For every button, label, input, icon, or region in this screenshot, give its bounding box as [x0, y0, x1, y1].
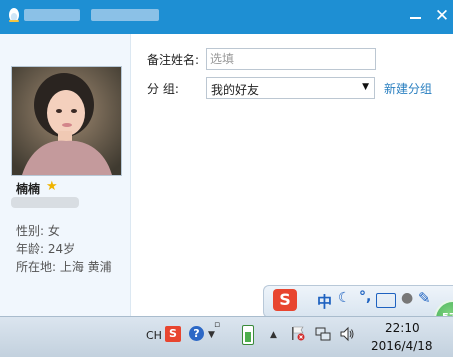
minimize-button[interactable] [406, 6, 426, 26]
star-icon[interactable]: ★ [46, 179, 58, 194]
keyboard-icon[interactable] [376, 293, 396, 308]
chinese-mode-toggle[interactable]: 中 [317, 291, 332, 312]
profile-panel: 楠楠 ★ 性别: 女 年龄: 24岁 所在地: 上海 黄浦 [0, 34, 131, 316]
action-center-flag-icon[interactable] [291, 326, 305, 341]
taskbar: CH S ? ▼ ▫ ▲ 22:10 2016/4/18 [0, 316, 453, 357]
remark-name-label: 备注姓名: [147, 53, 200, 67]
remark-name-input[interactable] [206, 48, 376, 70]
nickname: 楠楠 [16, 182, 41, 196]
blurred-title-id [91, 9, 159, 21]
user-icon[interactable]: ● [401, 290, 413, 306]
gender-info: 性别: 女 [16, 224, 60, 238]
blurred-account-id [11, 197, 79, 208]
punctuation-toggle[interactable]: °, [359, 289, 371, 305]
moon-icon[interactable]: ☾ [338, 290, 351, 306]
title-bar[interactable]: ✕ [0, 0, 453, 34]
ime-toolbar[interactable]: S 中 ☾ °, ● ✎ [263, 285, 453, 318]
group-label: 分 组: [147, 82, 179, 96]
help-icon[interactable]: ? [189, 326, 204, 341]
group-selected-value: 我的好友 [211, 83, 260, 97]
volume-icon[interactable] [339, 326, 355, 342]
age-info: 年龄: 24岁 [16, 242, 76, 256]
wrench-icon[interactable]: ✎ [418, 289, 431, 307]
clock-date[interactable]: 2016/4/18 [371, 339, 433, 353]
qq-penguin-icon [9, 8, 19, 22]
sogou-tray-icon[interactable]: S [165, 326, 181, 342]
avatar[interactable] [11, 66, 122, 176]
sogou-logo-icon[interactable]: S [273, 289, 297, 311]
dropdown-arrow-icon: ▼ [362, 82, 369, 92]
blurred-title [24, 9, 80, 21]
options-arrow-icon[interactable]: ▼ [208, 330, 215, 340]
network-icon[interactable] [315, 326, 331, 342]
minimize-language-bar-icon[interactable]: ▫ [214, 320, 220, 330]
group-select[interactable]: 我的好友 ▼ [206, 77, 375, 99]
new-group-link[interactable]: 新建分组 [384, 80, 432, 97]
avatar-photo [12, 67, 121, 175]
clock-time[interactable]: 22:10 [385, 321, 420, 335]
location-info: 所在地: 上海 黄浦 [16, 260, 112, 274]
show-hidden-icon[interactable]: ▲ [270, 330, 277, 340]
language-indicator[interactable]: CH [146, 329, 162, 342]
battery-icon[interactable] [242, 325, 254, 345]
close-button[interactable]: ✕ [432, 6, 452, 26]
